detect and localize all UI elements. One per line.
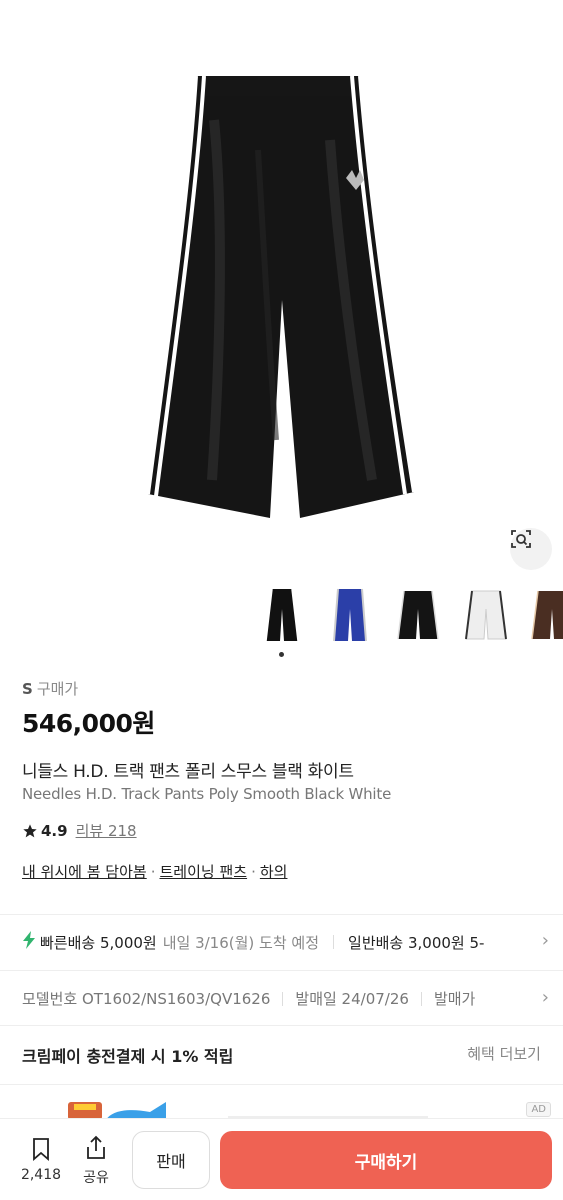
product-title-ko: 니들스 H.D. 트랙 팬츠 폴리 스무스 블랙 화이트 bbox=[22, 762, 354, 782]
share-icon bbox=[87, 1135, 105, 1159]
category-bottoms[interactable]: 하의 bbox=[260, 863, 288, 881]
thumbnail-strip bbox=[0, 585, 563, 645]
thumbnail-brown[interactable] bbox=[524, 585, 563, 645]
size-and-price-type: S 구매가 bbox=[22, 678, 78, 699]
ad-badge: AD bbox=[526, 1102, 551, 1117]
divider bbox=[0, 1025, 563, 1026]
model-info[interactable]: 모델번호 OT1602/NS1603/QV1626 발매일 24/07/26 발… bbox=[22, 988, 563, 1009]
category-separator: · bbox=[150, 863, 156, 881]
cream-pay-benefit: 크림페이 충전결제 시 1% 적립 bbox=[22, 1047, 234, 1066]
normal-shipping-label: 일반배송 3,000원 5- bbox=[348, 933, 485, 952]
thumbnail-white[interactable] bbox=[458, 585, 514, 645]
divider bbox=[0, 970, 563, 971]
thumbnail-black-white[interactable] bbox=[254, 585, 310, 645]
separator bbox=[420, 991, 422, 1006]
product-image[interactable] bbox=[0, 0, 563, 580]
chevron-right-icon[interactable]: › bbox=[542, 987, 549, 1008]
release-date: 발매일 24/07/26 bbox=[295, 990, 409, 1008]
bookmark-button[interactable]: 2,418 bbox=[18, 1137, 64, 1183]
size-label: S bbox=[22, 680, 33, 698]
review-link[interactable]: 리뷰 218 bbox=[76, 820, 137, 841]
bottom-action-bar: 2,418 공유 판매 구매하기 bbox=[0, 1118, 563, 1200]
lens-icon bbox=[511, 530, 531, 548]
image-search-button[interactable] bbox=[510, 528, 552, 570]
buy-button[interactable]: 구매하기 bbox=[220, 1131, 552, 1189]
chevron-right-icon[interactable]: › bbox=[542, 930, 549, 951]
carousel-indicator bbox=[279, 652, 284, 657]
star-icon bbox=[23, 823, 37, 837]
track-pants-illustration bbox=[146, 75, 416, 518]
price-type: 구매가 bbox=[36, 680, 79, 698]
ad-banner-graphic bbox=[68, 1102, 428, 1120]
share-label: 공유 bbox=[83, 1170, 109, 1186]
product-title-en: Needles H.D. Track Pants Poly Smooth Bla… bbox=[22, 785, 392, 803]
shipping-options[interactable]: 빠른배송 5,000원 내일 3/16(월) 도착 예정 일반배송 3,000원… bbox=[22, 931, 563, 953]
rating-row: 4.9 리뷰 218 bbox=[22, 820, 137, 841]
rating-score: 4.9 bbox=[41, 821, 68, 840]
category-breadcrumb: 내 위시에 봄 담아봄 · 트레이닝 팬츠 · 하의 bbox=[22, 861, 287, 882]
separator bbox=[333, 935, 335, 949]
category-training-pants[interactable]: 트레이닝 팬츠 bbox=[160, 863, 248, 881]
benefit-more-link[interactable]: 혜택 더보기 bbox=[467, 1043, 541, 1064]
divider bbox=[0, 914, 563, 915]
lightning-icon bbox=[22, 931, 36, 953]
separator bbox=[282, 991, 284, 1006]
thumbnail-blue[interactable] bbox=[322, 585, 378, 645]
ad-banner[interactable] bbox=[0, 1090, 563, 1120]
share-button[interactable]: 공유 bbox=[74, 1135, 118, 1187]
price: 546,000원 bbox=[22, 709, 155, 738]
fast-shipping-label: 빠른배송 5,000원 bbox=[40, 933, 157, 952]
model-number: 모델번호 OT1602/NS1603/QV1626 bbox=[22, 990, 271, 1008]
bookmark-icon bbox=[33, 1138, 49, 1161]
category-separator: · bbox=[251, 863, 256, 881]
sell-button[interactable]: 판매 bbox=[132, 1131, 210, 1189]
fast-shipping-eta: 내일 3/16(월) 도착 예정 bbox=[162, 933, 320, 952]
bookmark-count: 2,418 bbox=[20, 1167, 62, 1183]
divider bbox=[0, 1084, 563, 1085]
thumbnail-black-wide[interactable] bbox=[390, 585, 446, 645]
release-price: 발매가 bbox=[433, 990, 476, 1008]
category-wishlist[interactable]: 내 위시에 봄 담아봄 bbox=[22, 863, 147, 881]
